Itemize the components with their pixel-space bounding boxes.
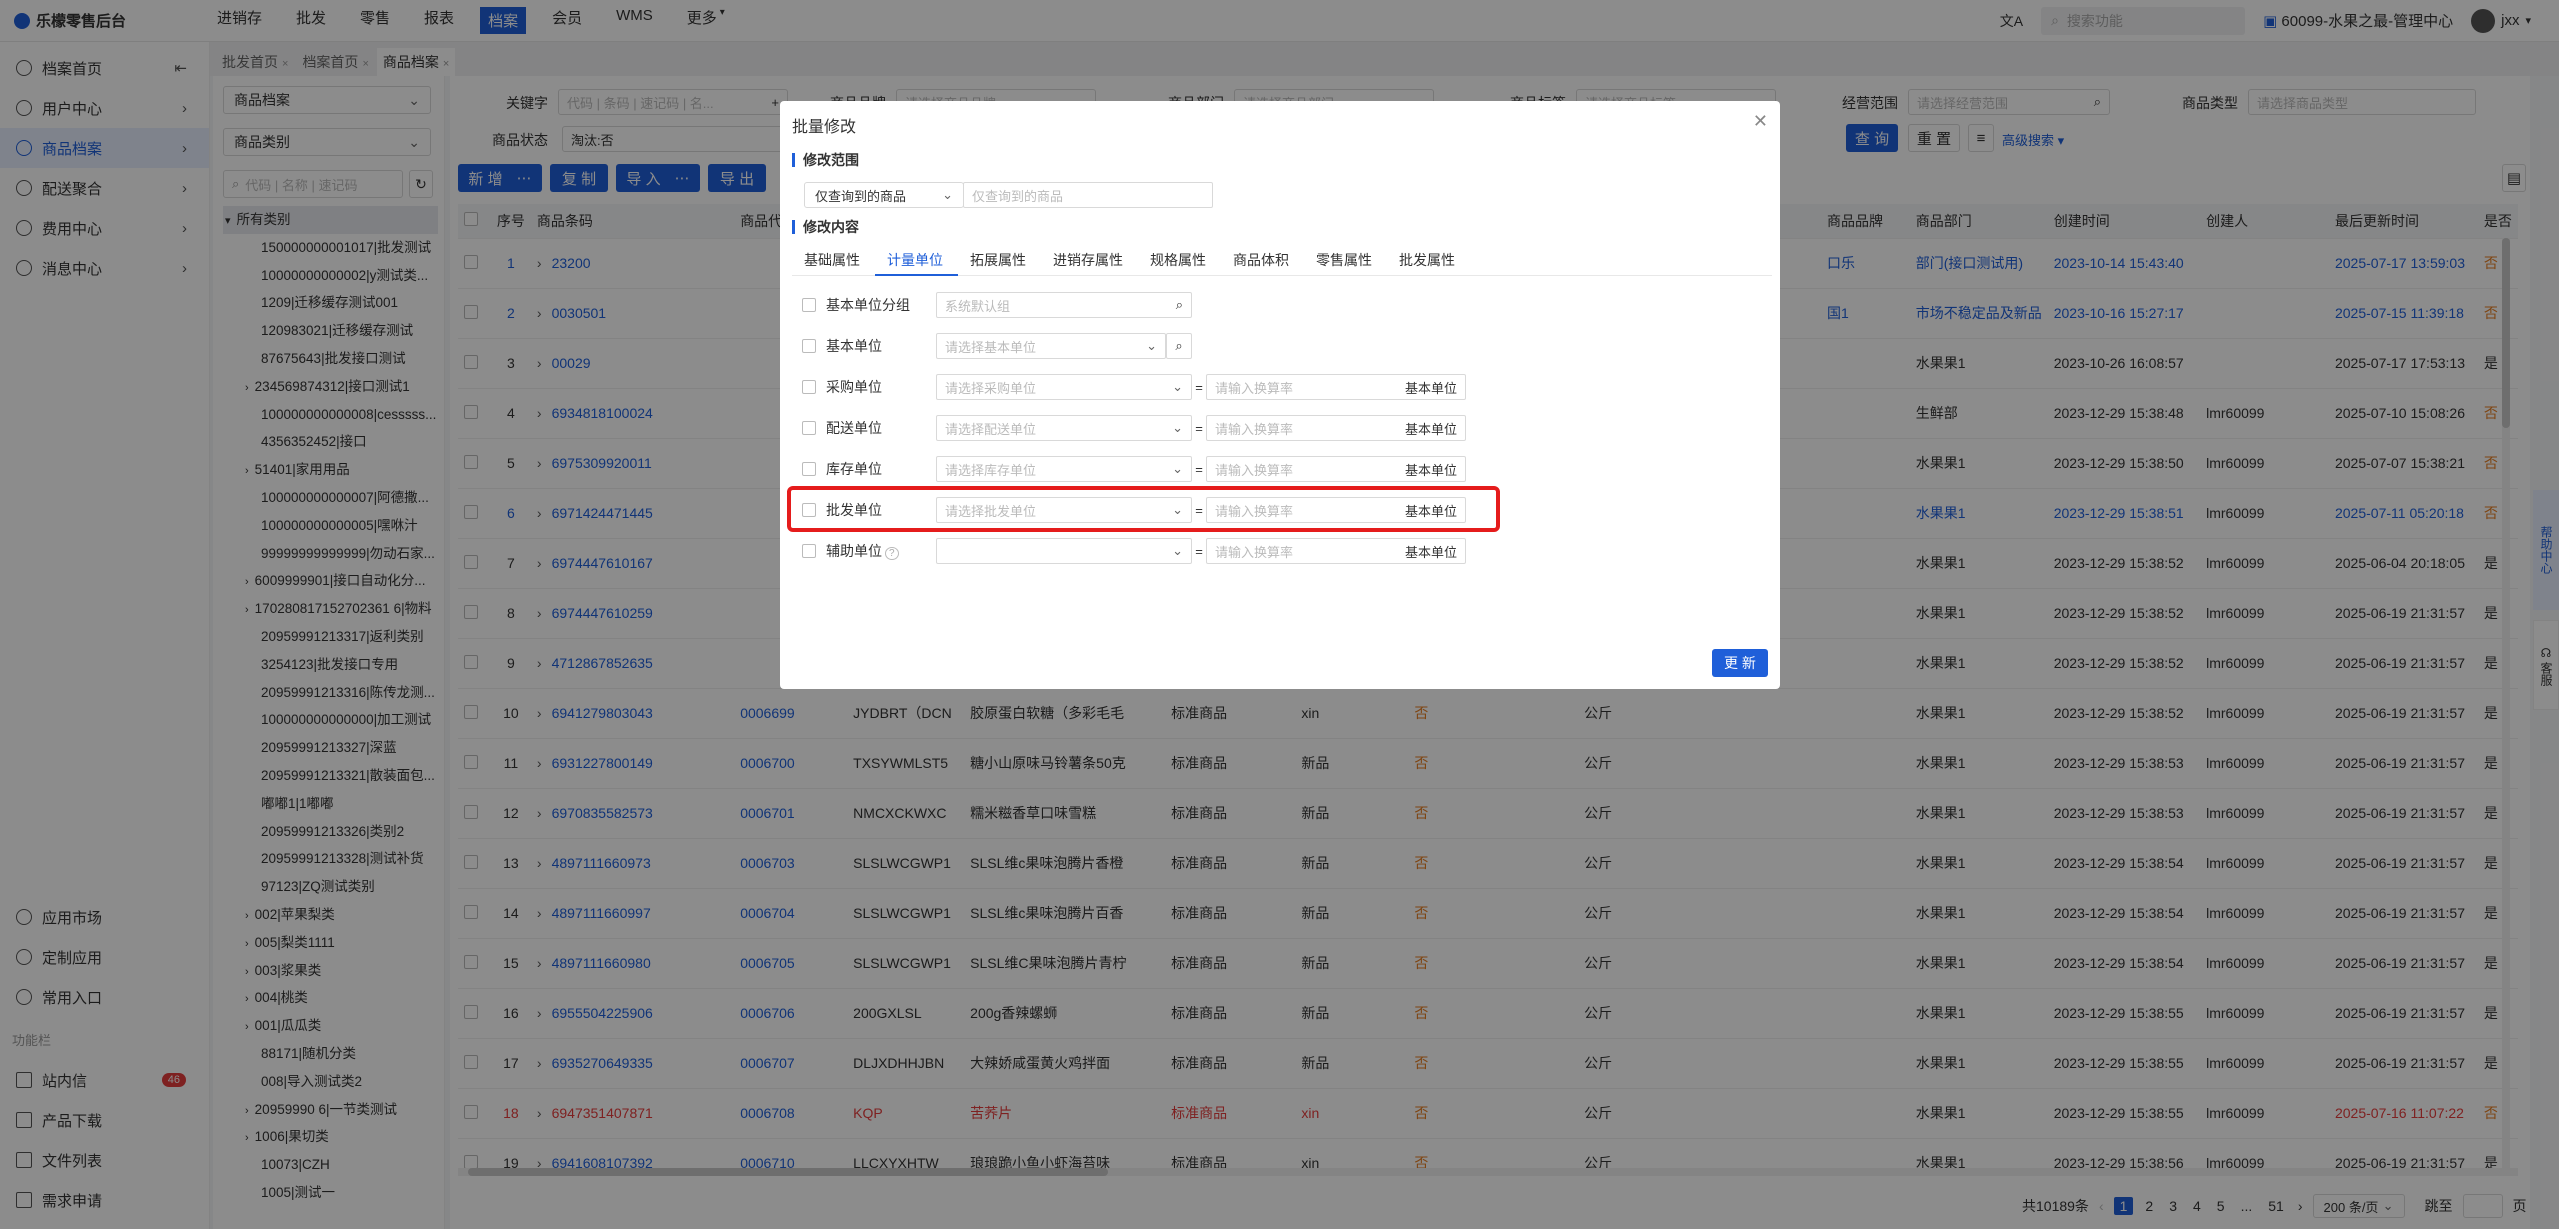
unit-row: 配送单位 请选择配送单位 ⌄ = 请输入换算率 基本单位 xyxy=(802,415,1466,441)
modal-tab[interactable]: 计量单位 xyxy=(875,248,958,276)
modal-tab[interactable]: 规格属性 xyxy=(1138,248,1221,276)
unit-checkbox[interactable] xyxy=(802,298,816,312)
conversion-rate-input[interactable]: 请输入换算率 基本单位 xyxy=(1206,415,1466,441)
base-unit-suffix: 基本单位 xyxy=(1404,380,1457,396)
scope-type-select[interactable]: 仅查询到的商品 ⌄ xyxy=(804,182,964,208)
unit-checkbox[interactable] xyxy=(802,339,816,353)
equals-sign: = xyxy=(1195,420,1203,436)
modal-tab[interactable]: 零售属性 xyxy=(1304,248,1387,276)
unit-select[interactable]: 请选择基本单位 ⌄ xyxy=(936,333,1166,359)
unit-checkbox[interactable] xyxy=(802,544,816,558)
wholesale-unit-highlight xyxy=(787,486,1500,532)
base-unit-suffix: 基本单位 xyxy=(1404,544,1457,560)
scope-section-title: 修改范围 xyxy=(792,153,859,167)
chevron-down-icon: ⌄ xyxy=(1172,461,1183,476)
chevron-down-icon: ⌄ xyxy=(942,187,953,202)
modal-tab[interactable]: 拓展属性 xyxy=(958,248,1041,276)
update-button[interactable]: 更 新 xyxy=(1712,649,1768,677)
unit-row: 采购单位 请选择采购单位 ⌄ = 请输入换算率 基本单位 xyxy=(802,374,1466,400)
unit-checkbox[interactable] xyxy=(802,421,816,435)
chevron-down-icon: ⌄ xyxy=(1172,379,1183,394)
batch-edit-modal: 批量修改 ✕ 修改范围 仅查询到的商品 ⌄ 仅查询到的商品 修改内容 基础属性 计量… xyxy=(780,101,1780,689)
info-icon[interactable]: ? xyxy=(885,547,899,560)
modal-tab[interactable]: 基础属性 xyxy=(792,248,875,276)
unit-label: 辅助单位? xyxy=(826,541,936,561)
unit-select[interactable]: ⌄ xyxy=(936,538,1192,564)
conversion-rate-input[interactable]: 请输入换算率 基本单位 xyxy=(1206,538,1466,564)
equals-sign: = xyxy=(1195,543,1203,559)
conversion-rate-input[interactable]: 请输入换算率 基本单位 xyxy=(1206,456,1466,482)
search-icon[interactable]: ⌕ xyxy=(1176,297,1183,313)
equals-sign: = xyxy=(1195,461,1203,477)
base-unit-suffix: 基本单位 xyxy=(1404,462,1457,478)
unit-select[interactable]: 请选择库存单位 ⌄ xyxy=(936,456,1192,482)
unit-select[interactable]: 请选择采购单位 ⌄ xyxy=(936,374,1192,400)
unit-label: 配送单位 xyxy=(826,420,882,436)
unit-checkbox[interactable] xyxy=(802,462,816,476)
modal-tab[interactable]: 商品体积 xyxy=(1221,248,1304,276)
close-icon[interactable]: ✕ xyxy=(1753,111,1768,132)
modal-tab[interactable]: 批发属性 xyxy=(1387,248,1470,276)
chevron-down-icon: ⌄ xyxy=(1146,338,1157,353)
equals-sign: = xyxy=(1195,379,1203,395)
unit-row: 基本单位 请选择基本单位 ⌄ ⌕ xyxy=(802,333,1192,359)
unit-label: 基本单位 xyxy=(826,338,882,354)
search-icon[interactable]: ⌕ xyxy=(1166,333,1192,359)
unit-label: 采购单位 xyxy=(826,379,882,395)
unit-checkbox[interactable] xyxy=(802,380,816,394)
chevron-down-icon: ⌄ xyxy=(1172,420,1183,435)
unit-row: 辅助单位? ⌄ = 请输入换算率 基本单位 xyxy=(802,538,1466,564)
modal-tab[interactable]: 进销存属性 xyxy=(1041,248,1138,276)
unit-group-input[interactable]: 系统默认组 ⌕ xyxy=(936,292,1192,318)
content-section-title: 修改内容 xyxy=(792,220,859,234)
unit-select[interactable]: 请选择配送单位 ⌄ xyxy=(936,415,1192,441)
unit-row: 基本单位分组 系统默认组 ⌕ xyxy=(802,292,1192,318)
unit-label: 基本单位分组 xyxy=(826,297,910,313)
base-unit-suffix: 基本单位 xyxy=(1404,421,1457,437)
chevron-down-icon: ⌄ xyxy=(1172,543,1183,558)
unit-label: 库存单位 xyxy=(826,461,882,477)
modal-tabs: 基础属性 计量单位 拓展属性 进销存属性 规格属性 商品体积 零售属性 批发属性 xyxy=(792,248,1772,276)
scope-input[interactable]: 仅查询到的商品 xyxy=(963,182,1213,208)
unit-row: 库存单位 请选择库存单位 ⌄ = 请输入换算率 基本单位 xyxy=(802,456,1466,482)
conversion-rate-input[interactable]: 请输入换算率 基本单位 xyxy=(1206,374,1466,400)
modal-title: 批量修改 xyxy=(792,119,857,136)
